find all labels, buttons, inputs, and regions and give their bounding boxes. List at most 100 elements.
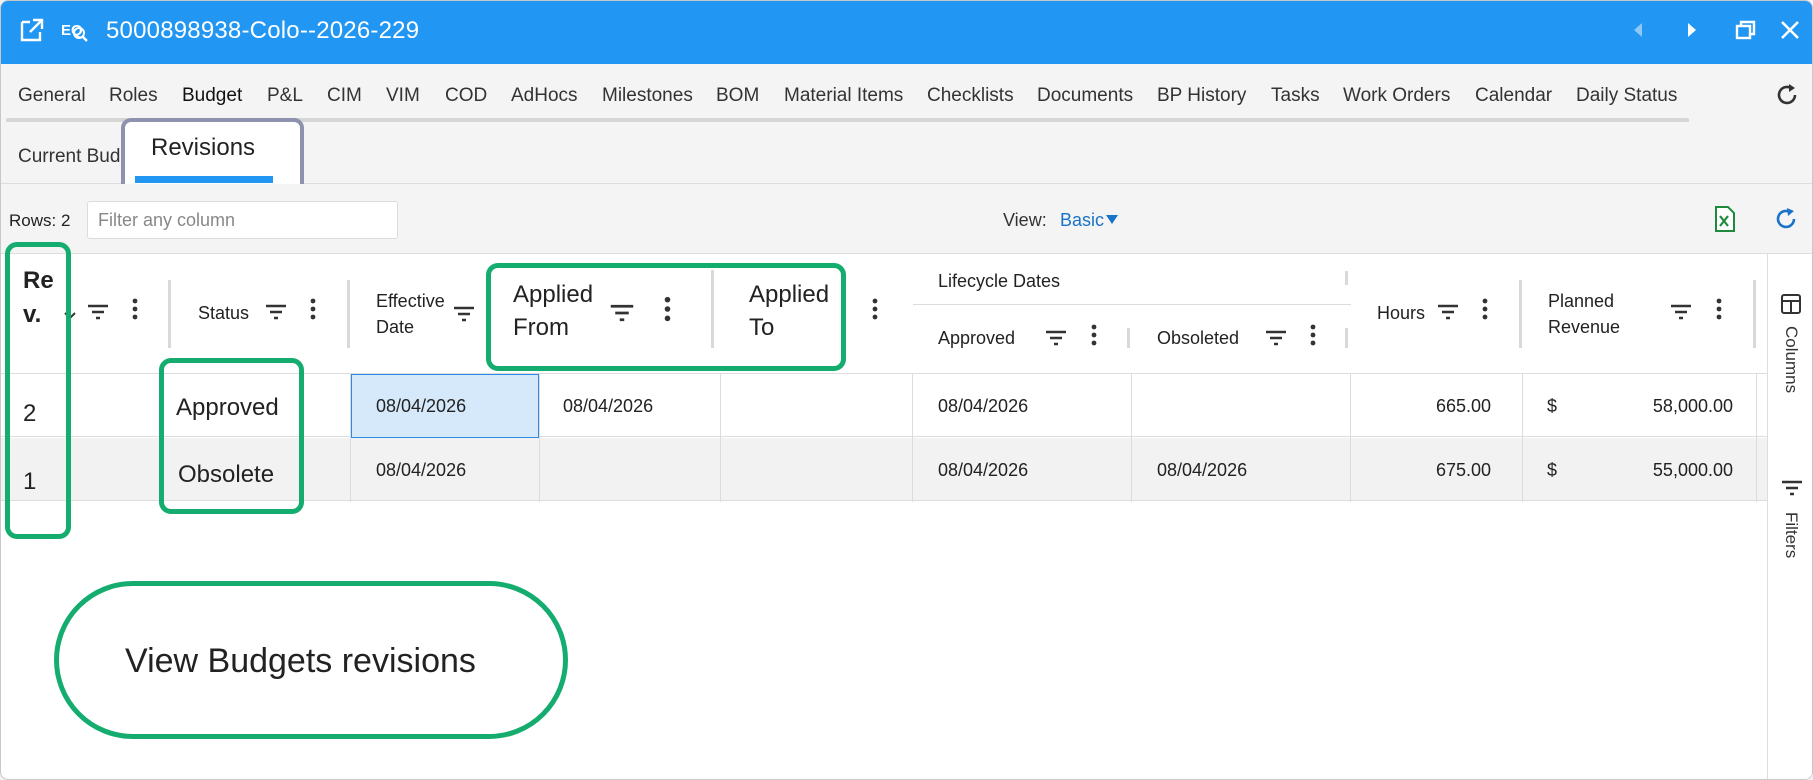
view-label: View: bbox=[1003, 210, 1047, 230]
tab-checklists[interactable]: Checklists bbox=[927, 85, 1014, 107]
column-menu-icon[interactable] bbox=[872, 298, 878, 320]
filter-icon[interactable] bbox=[265, 304, 287, 320]
cell-currency[interactable]: $ bbox=[1547, 396, 1557, 417]
column-divider[interactable] bbox=[1519, 280, 1522, 348]
tab-vim[interactable]: VIM bbox=[386, 85, 420, 107]
column-menu-icon[interactable] bbox=[1482, 298, 1488, 320]
tab-material-items[interactable]: Material Items bbox=[784, 85, 903, 107]
column-divider[interactable] bbox=[1753, 280, 1756, 348]
column-divider bbox=[720, 374, 721, 502]
tab-daily-status[interactable]: Daily Status bbox=[1576, 85, 1677, 107]
column-menu-icon[interactable] bbox=[1310, 324, 1316, 346]
header-hours[interactable]: Hours bbox=[1377, 303, 1425, 324]
column-divider[interactable] bbox=[1345, 328, 1348, 348]
tab-roles[interactable]: Roles bbox=[109, 85, 158, 107]
selected-cell[interactable]: 08/04/2026 bbox=[351, 374, 539, 438]
cell-planned-revenue[interactable]: 58,000.00 bbox=[1601, 396, 1733, 417]
filter-icon[interactable] bbox=[1670, 304, 1692, 320]
cell-applied-from[interactable]: 08/04/2026 bbox=[563, 396, 653, 417]
window-title: 5000898938-Colo--2026-229 bbox=[106, 17, 420, 44]
tab-pl[interactable]: P&L bbox=[267, 85, 303, 107]
row-count: Rows: 2 bbox=[9, 211, 71, 230]
close-icon[interactable] bbox=[1775, 15, 1805, 45]
view-select[interactable]: Basic bbox=[1060, 210, 1104, 231]
record-window: EQ 5000898938-Colo--2026-229 General Rol… bbox=[0, 0, 1813, 780]
column-divider bbox=[912, 374, 913, 502]
column-divider bbox=[1131, 374, 1132, 502]
header-obsoleted[interactable]: Obsoleted bbox=[1157, 328, 1239, 349]
reload-icon[interactable] bbox=[1773, 206, 1799, 232]
tab-cim[interactable]: CIM bbox=[327, 85, 362, 107]
tab-tasks[interactable]: Tasks bbox=[1271, 85, 1320, 107]
column-divider bbox=[1522, 374, 1523, 502]
group-divider bbox=[913, 304, 1351, 305]
tab-adhocs[interactable]: AdHocs bbox=[511, 85, 578, 107]
cell-approved[interactable]: 08/04/2026 bbox=[938, 396, 1028, 417]
filter-icon[interactable] bbox=[1265, 330, 1287, 346]
grid-side-panel: Columns Filters bbox=[1767, 254, 1812, 779]
tab-work-orders[interactable]: Work Orders bbox=[1343, 85, 1450, 107]
column-divider bbox=[1350, 374, 1351, 502]
cell-currency[interactable]: $ bbox=[1547, 460, 1557, 481]
eq-search-icon[interactable]: EQ bbox=[59, 15, 89, 45]
column-menu-icon[interactable] bbox=[132, 298, 138, 320]
filters-panel-toggle[interactable]: Filters bbox=[1781, 512, 1801, 558]
restore-icon[interactable] bbox=[1731, 15, 1761, 45]
cell-obsoleted[interactable]: 08/04/2026 bbox=[1157, 460, 1247, 481]
columns-icon[interactable] bbox=[1780, 293, 1802, 315]
filter-icon[interactable] bbox=[1437, 304, 1459, 320]
cell-effective-date[interactable]: 08/04/2026 bbox=[376, 396, 466, 417]
cell-effective-date[interactable]: 08/04/2026 bbox=[376, 460, 466, 481]
column-divider bbox=[539, 374, 540, 502]
tab-bp-history[interactable]: BP History bbox=[1157, 85, 1246, 107]
tab-milestones[interactable]: Milestones bbox=[602, 85, 693, 107]
cell-hours[interactable]: 675.00 bbox=[1391, 460, 1491, 481]
cell-approved[interactable]: 08/04/2026 bbox=[938, 460, 1028, 481]
annotation-callout: View Budgets revisions bbox=[54, 581, 568, 739]
cell-hours[interactable]: 665.00 bbox=[1391, 396, 1491, 417]
status-column-highlight bbox=[159, 358, 304, 514]
svg-text:EQ: EQ bbox=[61, 22, 83, 39]
applied-columns-highlight bbox=[486, 263, 846, 371]
column-divider[interactable] bbox=[347, 280, 350, 348]
filters-icon[interactable] bbox=[1781, 479, 1803, 497]
prev-record-icon[interactable] bbox=[1623, 15, 1653, 45]
subtab-current-budget[interactable]: Current Bud bbox=[18, 146, 120, 168]
tab-calendar[interactable]: Calendar bbox=[1475, 85, 1552, 107]
column-divider[interactable] bbox=[168, 280, 171, 348]
header-planned-revenue[interactable]: Planned Revenue bbox=[1548, 288, 1638, 340]
filter-icon[interactable] bbox=[87, 304, 109, 320]
columns-panel-toggle[interactable]: Columns bbox=[1781, 326, 1801, 393]
budget-subtabs: Current Bud Revisions bbox=[1, 118, 1812, 201]
tab-budget[interactable]: Budget bbox=[182, 85, 242, 107]
title-bar: EQ 5000898938-Colo--2026-229 bbox=[1, 1, 1812, 64]
record-tabs: General Roles Budget P&L CIM VIM COD AdH… bbox=[1, 64, 1812, 123]
column-divider bbox=[1345, 271, 1348, 285]
column-menu-icon[interactable] bbox=[310, 298, 316, 320]
subtab-revisions[interactable]: Revisions bbox=[151, 134, 255, 162]
column-menu-icon[interactable] bbox=[1716, 298, 1722, 320]
header-status[interactable]: Status bbox=[198, 303, 249, 324]
tab-documents[interactable]: Documents bbox=[1037, 85, 1133, 107]
header-effective-date[interactable]: Effective Date bbox=[376, 288, 456, 340]
filter-icon[interactable] bbox=[1045, 330, 1067, 346]
column-divider[interactable] bbox=[1127, 328, 1130, 348]
filter-input[interactable] bbox=[87, 201, 398, 239]
cell-planned-revenue[interactable]: 55,000.00 bbox=[1601, 460, 1733, 481]
next-record-icon[interactable] bbox=[1677, 15, 1707, 45]
grid-toolbar: Rows: 2 View: Basic bbox=[1, 184, 1812, 254]
callout-text: View Budgets revisions bbox=[125, 642, 476, 680]
active-tab-indicator bbox=[135, 176, 273, 183]
rev-column-highlight bbox=[5, 242, 71, 539]
header-approved[interactable]: Approved bbox=[938, 328, 1015, 349]
refresh-icon[interactable] bbox=[1773, 81, 1801, 109]
tab-bom[interactable]: BOM bbox=[716, 85, 759, 107]
external-link-icon[interactable] bbox=[17, 15, 47, 45]
filter-icon[interactable] bbox=[453, 306, 475, 322]
grid-header: Re v. Status Effective Date Applied From… bbox=[1, 254, 1767, 374]
tab-general[interactable]: General bbox=[18, 85, 86, 107]
tab-cod[interactable]: COD bbox=[445, 85, 487, 107]
chevron-down-icon[interactable] bbox=[1106, 215, 1118, 224]
excel-export-icon[interactable] bbox=[1714, 206, 1736, 232]
column-menu-icon[interactable] bbox=[1091, 324, 1097, 346]
